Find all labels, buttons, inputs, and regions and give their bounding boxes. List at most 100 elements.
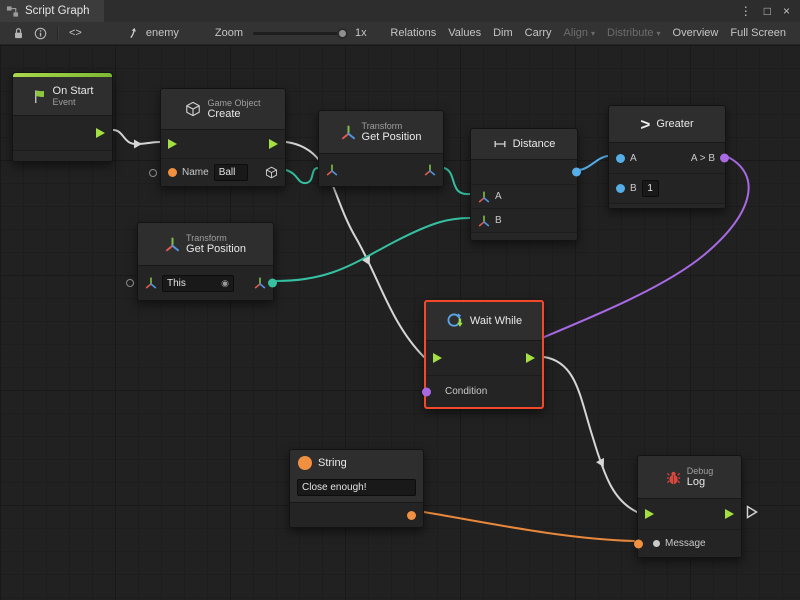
result-output-label: A > B xyxy=(691,153,715,164)
input-a-label: A xyxy=(630,153,637,164)
node-get-position-1[interactable]: Transform Get Position xyxy=(318,110,444,187)
graph-breadcrumb[interactable]: enemy xyxy=(128,27,179,40)
exec-input-port[interactable] xyxy=(433,353,442,363)
value-ports-row: This ◉ xyxy=(138,266,273,300)
dim-button[interactable]: Dim xyxy=(487,27,519,39)
exec-output-port[interactable] xyxy=(725,509,734,519)
node-header: Game Object Create xyxy=(161,89,285,129)
chevron-down-icon: ▾ xyxy=(657,29,661,38)
graph-toolbar: <> enemy Zoom 1x Relations Values Dim Ca… xyxy=(0,22,800,45)
zoom-value: 1x xyxy=(355,27,367,39)
node-footer xyxy=(609,203,725,208)
message-input-port[interactable] xyxy=(653,540,660,547)
vector3-output-port[interactable] xyxy=(254,277,266,289)
wire-create-to-get-position xyxy=(286,168,318,183)
input-b-label: B xyxy=(630,183,637,194)
node-distance[interactable]: Distance A B xyxy=(470,128,578,241)
exec-output-port[interactable] xyxy=(269,139,278,149)
distribute-button[interactable]: Distribute ▾ xyxy=(601,27,666,39)
node-category: Transform xyxy=(362,121,422,131)
distribute-label: Distribute xyxy=(607,27,653,39)
node-string-literal[interactable]: String xyxy=(289,449,424,528)
name-value-field[interactable] xyxy=(214,164,248,181)
carry-button[interactable]: Carry xyxy=(519,27,558,39)
node-header: String xyxy=(290,450,423,476)
transform-input-port[interactable] xyxy=(326,164,338,176)
object-picker-icon[interactable]: ◉ xyxy=(221,279,229,288)
bug-icon xyxy=(666,470,681,485)
string-icon xyxy=(298,456,312,470)
b-value-field[interactable] xyxy=(642,180,659,197)
result-output-port[interactable] xyxy=(720,154,729,163)
values-button[interactable]: Values xyxy=(442,27,487,39)
name-input-port[interactable] xyxy=(168,168,177,177)
vector3-input-a-port[interactable] xyxy=(478,191,490,203)
exec-ports-row xyxy=(638,499,741,529)
overview-button[interactable]: Overview xyxy=(667,27,725,39)
node-category: Transform xyxy=(186,233,246,243)
condition-label: Condition xyxy=(445,386,487,397)
code-preview-button[interactable]: <> xyxy=(63,27,88,39)
input-b-row: B xyxy=(471,208,577,232)
name-port-label: Name xyxy=(182,167,209,178)
window-menu-icon[interactable]: ⋮ xyxy=(740,4,752,18)
relations-button[interactable]: Relations xyxy=(384,27,442,39)
tab-title: Script Graph xyxy=(25,5,90,17)
exec-input-port[interactable] xyxy=(168,139,177,149)
close-icon[interactable]: × xyxy=(783,4,790,18)
exec-output-port[interactable] xyxy=(96,128,105,138)
name-port-row: Name xyxy=(161,158,285,186)
transform-icon xyxy=(165,237,180,252)
node-debug-log[interactable]: Debug Log Message xyxy=(637,455,742,558)
window-controls: ⋮ □ × xyxy=(740,0,800,22)
transform-icon xyxy=(341,125,356,140)
string-value-field[interactable] xyxy=(297,479,416,496)
node-category: Debug xyxy=(687,466,714,476)
exec-ports-row xyxy=(426,341,542,375)
value-ports-row xyxy=(319,154,443,186)
graph-canvas[interactable]: On Start Event Game Object Create xyxy=(0,45,800,600)
string-field-wrap xyxy=(290,476,423,502)
maximize-icon[interactable]: □ xyxy=(764,4,771,18)
exec-output-port[interactable] xyxy=(526,353,535,363)
input-a-port[interactable] xyxy=(616,154,625,163)
node-header: Wait While xyxy=(426,302,542,340)
node-get-position-2[interactable]: Transform Get Position This ◉ xyxy=(137,222,274,301)
node-header: Transform Get Position xyxy=(319,111,443,153)
lock-icon[interactable] xyxy=(8,27,29,40)
result-output-row xyxy=(471,160,577,184)
align-button[interactable]: Align▾ xyxy=(558,27,601,39)
node-wait-while[interactable]: Wait While Condition xyxy=(424,300,544,409)
node-on-start-event[interactable]: On Start Event xyxy=(12,72,113,162)
full-screen-button[interactable]: Full Screen xyxy=(724,27,792,39)
message-wire-end-dot xyxy=(634,539,643,548)
tab-script-graph[interactable]: Script Graph xyxy=(0,0,104,22)
target-object-field[interactable]: This ◉ xyxy=(162,275,234,292)
input-b-port[interactable] xyxy=(616,184,625,193)
wait-clock-icon xyxy=(446,312,464,330)
node-title: String xyxy=(318,457,347,469)
game-object-output-port[interactable] xyxy=(265,166,278,179)
wire-get-position-to-distance-a xyxy=(444,168,470,194)
vector3-output-port[interactable] xyxy=(424,164,436,176)
transform-input-port[interactable] xyxy=(145,277,157,289)
node-title: Log xyxy=(687,476,714,489)
node-header: On Start Event xyxy=(13,77,112,115)
condition-input-port[interactable] xyxy=(422,387,431,396)
node-game-object-create[interactable]: Game Object Create Name xyxy=(160,88,286,187)
titlebar: Script Graph ⋮ □ × xyxy=(0,0,800,22)
node-greater[interactable]: > Greater A A > B B xyxy=(608,105,726,209)
distance-output-port[interactable] xyxy=(572,168,581,177)
greater-icon: > xyxy=(640,116,650,133)
connected-output-port[interactable] xyxy=(268,279,277,288)
exec-input-port[interactable] xyxy=(645,509,654,519)
zoom-slider[interactable] xyxy=(253,32,345,35)
node-header: > Greater xyxy=(609,106,725,142)
message-label: Message xyxy=(665,538,706,549)
string-output-port[interactable] xyxy=(407,511,416,520)
wire-wait-while-to-log xyxy=(544,357,637,512)
node-title: Greater xyxy=(656,118,693,130)
vector3-input-b-port[interactable] xyxy=(478,215,490,227)
zoom-slider-knob[interactable] xyxy=(337,28,348,39)
info-icon[interactable] xyxy=(29,27,52,40)
